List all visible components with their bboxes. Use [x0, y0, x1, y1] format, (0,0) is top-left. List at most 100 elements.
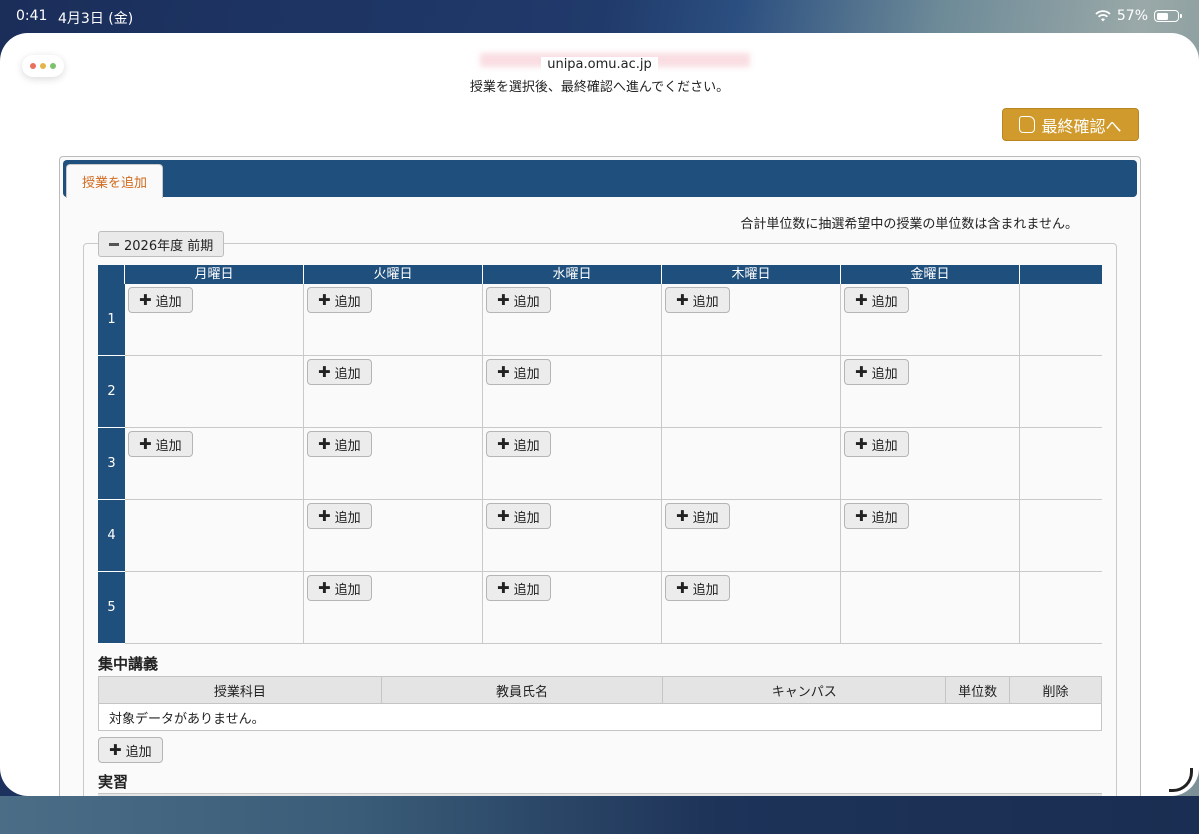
add-course-button[interactable]: ✚ 追加 — [665, 287, 730, 313]
col-instructor: 教員氏名 — [380, 676, 664, 704]
timetable-cell: ✚ 追加 — [304, 428, 483, 500]
plus-icon: ✚ — [855, 362, 868, 381]
day-header: 金曜日 — [841, 265, 1020, 284]
col-campus: キャンパス — [662, 676, 947, 704]
plus-icon: ✚ — [497, 578, 510, 597]
tab-add-course[interactable]: 授業を追加 — [66, 164, 163, 198]
day-header: 月曜日 — [125, 265, 304, 284]
add-course-button[interactable]: ✚ 追加 — [307, 359, 372, 385]
add-course-button[interactable]: ✚ 追加 — [844, 359, 909, 385]
plus-icon: ✚ — [318, 362, 331, 381]
add-course-button[interactable]: ✚ 追加 — [128, 431, 193, 457]
add-label: 追加 — [125, 744, 152, 760]
plus-icon: ✚ — [318, 506, 331, 525]
plus-icon: ✚ — [676, 506, 689, 525]
day-header: 土 — [1020, 265, 1102, 284]
timetable-row: 1 ✚ 追加 ✚ 追加 ✚ 追加 ✚ 追加 ✚ 追加 — [98, 284, 1102, 356]
intensive-header-row: 授業科目 教員氏名 キャンパス 単位数 削除 — [98, 676, 1102, 704]
timetable-cell: ✚ 追加 — [483, 572, 662, 644]
period-label: 3 — [98, 428, 125, 500]
add-course-button[interactable]: ✚ 追加 — [486, 287, 551, 313]
timetable-cell: ✚ 追加 — [304, 500, 483, 572]
add-course-button[interactable]: ✚ 追加 — [486, 431, 551, 457]
plus-icon: ✚ — [497, 362, 510, 381]
add-label: 追加 — [513, 294, 540, 310]
add-course-button[interactable]: ✚ 追加 — [128, 287, 193, 313]
add-course-button[interactable]: ✚ 追加 — [486, 503, 551, 529]
plus-icon: ✚ — [855, 434, 868, 453]
timetable-row: 5 ✚ 追加 ✚ 追加 ✚ 追加 — [98, 572, 1102, 644]
col-credits: 単位数 — [945, 676, 1011, 704]
timetable-row: 3 ✚ 追加 ✚ 追加 ✚ 追加 ✚ 追加 — [98, 428, 1102, 500]
plus-icon: ✚ — [855, 506, 868, 525]
timetable-cell — [1020, 284, 1102, 356]
timetable-cell: ✚ 追加 — [304, 356, 483, 428]
wifi-icon — [1095, 10, 1111, 22]
intensive-table: 授業科目 教員氏名 キャンパス 単位数 削除 対象データがありません。 — [98, 676, 1102, 731]
plus-icon: ✚ — [139, 290, 152, 309]
timetable-cell — [841, 572, 1020, 644]
plus-icon: ✚ — [676, 290, 689, 309]
add-course-button[interactable]: ✚ 追加 — [844, 287, 909, 313]
add-course-button[interactable]: ✚ 追加 — [486, 359, 551, 385]
add-label: 追加 — [155, 294, 182, 310]
plus-icon: ✚ — [497, 290, 510, 309]
credit-note: 合計単位数に抽選希望中の授業の単位数は含まれません。 — [740, 217, 1078, 232]
add-course-button[interactable]: ✚ 追加 — [307, 575, 372, 601]
add-course-button[interactable]: ✚ 追加 — [307, 503, 372, 529]
timetable-cell: ✚ 追加 — [662, 572, 841, 644]
add-course-button[interactable]: ✚ 追加 — [665, 503, 730, 529]
intensive-add-button[interactable]: ✚ 追加 — [98, 737, 163, 763]
term-toggle[interactable]: 2026年度 前期 — [98, 231, 225, 257]
instruction-text: 授業を選択後、最終確認へ進んでください。 — [469, 80, 730, 95]
add-label: 追加 — [513, 582, 540, 598]
add-label: 追加 — [692, 294, 719, 310]
plus-icon: ✚ — [139, 434, 152, 453]
add-course-button[interactable]: ✚ 追加 — [307, 431, 372, 457]
browser-window: unipa.omu.ac.jp 授業を選択後、最終確認へ進んでください。 最終確… — [0, 33, 1199, 796]
battery-percent: 57% — [1116, 8, 1148, 24]
period-label: 4 — [98, 500, 125, 572]
timetable-cell: ✚ 追加 — [662, 284, 841, 356]
add-course-button[interactable]: ✚ 追加 — [844, 503, 909, 529]
table-row: 対象データがありません。 — [98, 703, 1102, 731]
hand-pointer-icon — [1019, 116, 1036, 133]
period-label: 1 — [98, 284, 125, 356]
col-course: 授業科目 — [98, 676, 382, 704]
timetable-cell: ✚ 追加 — [662, 500, 841, 572]
add-label: 追加 — [513, 438, 540, 454]
add-label: 追加 — [334, 366, 361, 382]
intensive-title: 集中講義 — [98, 655, 159, 673]
url-text[interactable]: unipa.omu.ac.jp — [541, 57, 658, 72]
add-course-button[interactable]: ✚ 追加 — [307, 287, 372, 313]
final-confirm-button[interactable]: 最終確認へ — [1002, 108, 1139, 141]
add-label: 追加 — [871, 438, 898, 454]
add-label: 追加 — [692, 510, 719, 526]
resize-corner-icon[interactable] — [1169, 768, 1193, 792]
add-label: 追加 — [692, 582, 719, 598]
status-time: 0:41 — [16, 8, 48, 24]
add-label: 追加 — [513, 366, 540, 382]
timetable-cell: ✚ 追加 — [841, 356, 1020, 428]
day-header: 木曜日 — [662, 265, 841, 284]
add-label: 追加 — [871, 510, 898, 526]
day-header: 火曜日 — [304, 265, 483, 284]
add-course-button[interactable]: ✚ 追加 — [665, 575, 730, 601]
status-right: 57% — [1095, 8, 1182, 24]
address-bar[interactable]: unipa.omu.ac.jp — [0, 57, 1199, 72]
add-label: 追加 — [871, 366, 898, 382]
add-course-button[interactable]: ✚ 追加 — [486, 575, 551, 601]
add-label: 追加 — [334, 438, 361, 454]
col-delete: 削除 — [1009, 676, 1102, 704]
plus-icon: ✚ — [676, 578, 689, 597]
add-course-button[interactable]: ✚ 追加 — [844, 431, 909, 457]
add-label: 追加 — [334, 510, 361, 526]
plus-icon: ✚ — [109, 740, 122, 759]
timetable-cell — [125, 500, 304, 572]
timetable-cell: ✚ 追加 — [841, 284, 1020, 356]
collapse-icon — [109, 242, 119, 246]
add-label: 追加 — [871, 294, 898, 310]
timetable-cell: ✚ 追加 — [841, 428, 1020, 500]
timetable-cell: ✚ 追加 — [841, 500, 1020, 572]
timetable-cell — [662, 428, 841, 500]
